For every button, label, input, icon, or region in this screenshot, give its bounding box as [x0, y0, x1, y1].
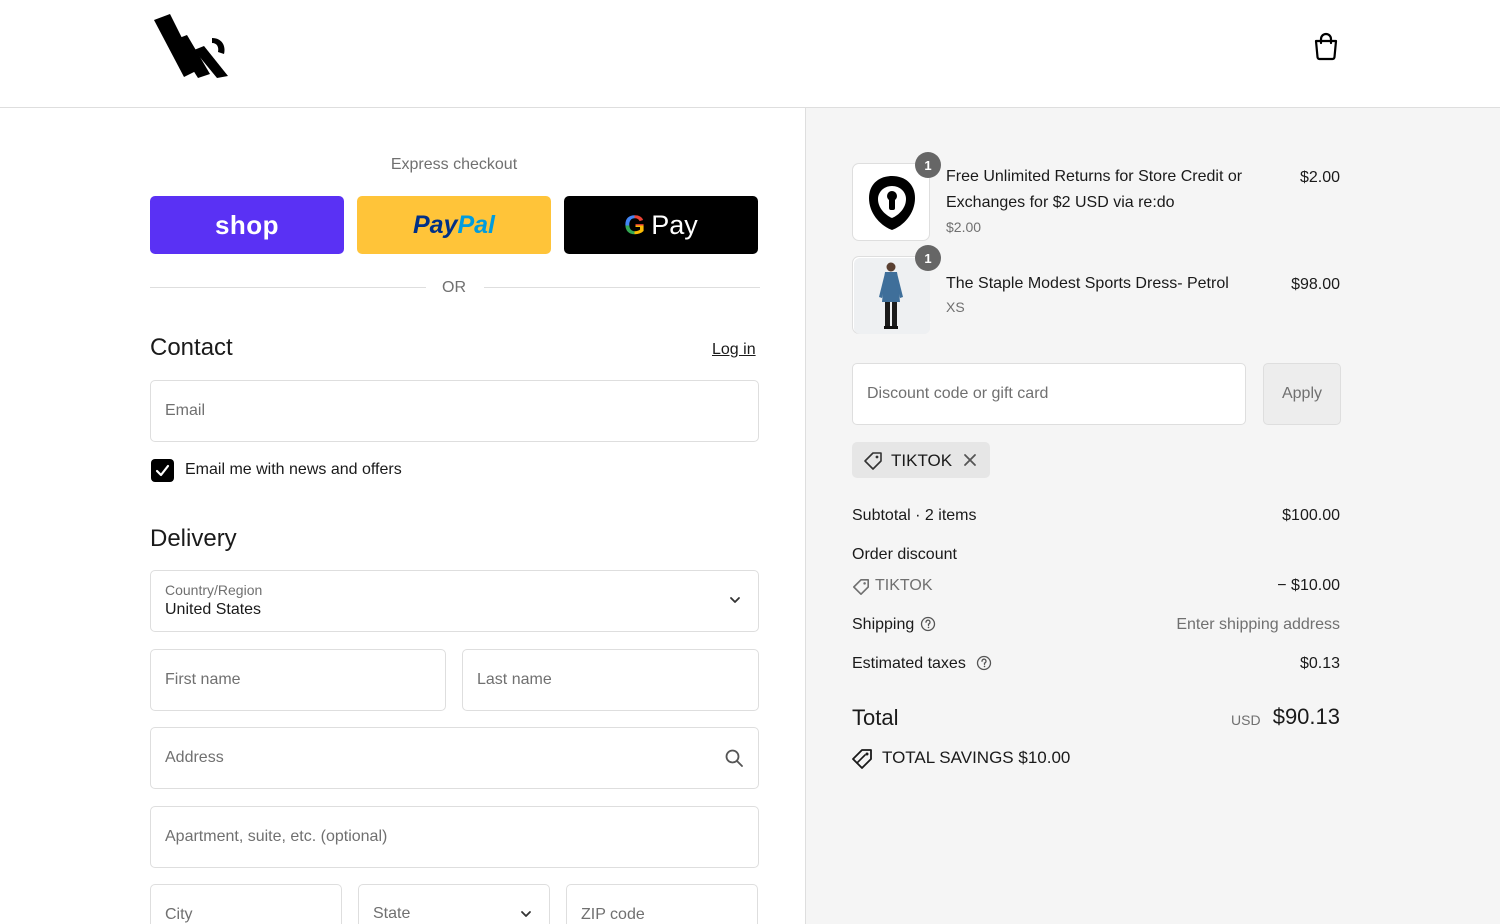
last-name-field[interactable]: Last name	[462, 649, 759, 711]
item-name: Free Unlimited Returns for Store Credit …	[946, 168, 1243, 211]
newsletter-checkbox[interactable]	[151, 459, 174, 482]
savings-tag-icon	[852, 749, 872, 769]
subtotal-label: Subtotal · 2 items	[852, 507, 977, 524]
item-name: The Staple Modest Sports Dress- Petrol	[946, 275, 1229, 292]
discount-code-input[interactable]: Discount code or gift card	[852, 363, 1246, 425]
email-placeholder: Email	[165, 402, 206, 419]
contact-heading: Contact	[150, 334, 233, 361]
city-placeholder: City	[165, 906, 193, 923]
item-subprice: $2.00	[946, 219, 982, 235]
state-placeholder: State	[373, 905, 411, 922]
remove-discount-icon[interactable]	[962, 452, 978, 468]
divider-left	[150, 287, 426, 288]
delivery-heading: Delivery	[150, 525, 237, 552]
divider-right	[484, 287, 760, 288]
tag-icon	[852, 578, 870, 596]
item-price: $2.00	[1299, 169, 1340, 186]
paypal-label-pal: Pal	[457, 210, 495, 239]
tag-icon	[864, 452, 882, 470]
shop-pay-label: shop	[214, 209, 280, 240]
first-name-placeholder: First name	[165, 671, 241, 688]
or-divider-label: OR	[442, 279, 466, 296]
total-label: Total	[852, 705, 899, 730]
total-value: $90.13	[1272, 704, 1340, 729]
total-currency: USD	[1231, 712, 1261, 728]
item-thumbnail-returns: 1	[852, 152, 941, 241]
discount-code-label: TIKTOK	[875, 577, 933, 594]
city-field[interactable]: City	[150, 884, 342, 924]
first-name-field[interactable]: First name	[150, 649, 446, 711]
last-name-placeholder: Last name	[477, 671, 552, 688]
discount-value: − $10.00	[1277, 577, 1340, 594]
shipping-label: Shipping	[852, 616, 915, 633]
shipping-row: Shipping	[852, 616, 936, 634]
item-variant: XS	[946, 299, 965, 315]
taxes-value: $0.13	[1299, 655, 1340, 672]
item-price: $98.00	[1291, 276, 1340, 293]
help-icon[interactable]	[920, 616, 936, 632]
paypal-button[interactable]: Pay Pal	[357, 196, 551, 254]
quantity-badge: 1	[915, 152, 941, 178]
google-pay-button[interactable]: G Pay	[564, 196, 758, 254]
taxes-row: Estimated taxes	[852, 655, 992, 673]
shipping-value: Enter shipping address	[1176, 616, 1340, 633]
country-value: United States	[165, 601, 262, 618]
order-discount-label: Order discount	[852, 546, 957, 563]
shopping-bag-icon[interactable]	[1310, 30, 1342, 62]
item-thumbnail-dress: 1	[852, 245, 941, 334]
apartment-placeholder: Apartment, suite, etc. (optional)	[165, 828, 388, 845]
address-field[interactable]: Address	[150, 727, 759, 789]
address-placeholder: Address	[165, 749, 224, 766]
paypal-label-pay: Pay	[412, 210, 458, 239]
site-header	[0, 0, 1500, 108]
country-select[interactable]: Country/Region United States	[150, 570, 759, 632]
newsletter-label[interactable]: Email me with news and offers	[185, 461, 402, 479]
google-g-icon: G	[624, 209, 646, 240]
zip-placeholder: ZIP code	[581, 906, 645, 923]
chevron-down-icon	[521, 911, 531, 917]
search-icon	[725, 749, 743, 767]
taxes-label: Estimated taxes	[852, 655, 966, 672]
state-select[interactable]: State	[358, 884, 550, 924]
apply-discount-button[interactable]: Apply	[1263, 363, 1341, 425]
subtotal-value: $100.00	[1282, 507, 1340, 524]
checkmark-icon	[155, 464, 170, 477]
savings-label: TOTAL SAVINGS	[882, 748, 1014, 767]
help-icon[interactable]	[976, 655, 992, 671]
google-pay-label: Pay	[651, 209, 698, 240]
dress-photo	[854, 258, 930, 334]
lock-shield-icon	[869, 176, 915, 230]
country-label: Country/Region	[165, 582, 263, 598]
shop-pay-button[interactable]: shop	[150, 196, 344, 254]
chevron-down-icon	[730, 597, 740, 603]
discount-placeholder: Discount code or gift card	[867, 385, 1049, 402]
quantity-badge: 1	[915, 245, 941, 271]
apartment-field[interactable]: Apartment, suite, etc. (optional)	[150, 806, 759, 868]
log-in-link[interactable]: Log in	[712, 341, 756, 359]
total-savings: TOTAL SAVINGS $10.00	[882, 748, 1070, 768]
savings-value: $10.00	[1018, 748, 1071, 767]
email-field[interactable]: Email	[150, 380, 759, 442]
applied-code: TIKTOK	[891, 451, 953, 470]
store-logo[interactable]	[150, 10, 234, 82]
applied-discount-chip: TIKTOK	[852, 442, 990, 478]
express-checkout-title: Express checkout	[390, 156, 518, 173]
zip-field[interactable]: ZIP code	[566, 884, 758, 924]
